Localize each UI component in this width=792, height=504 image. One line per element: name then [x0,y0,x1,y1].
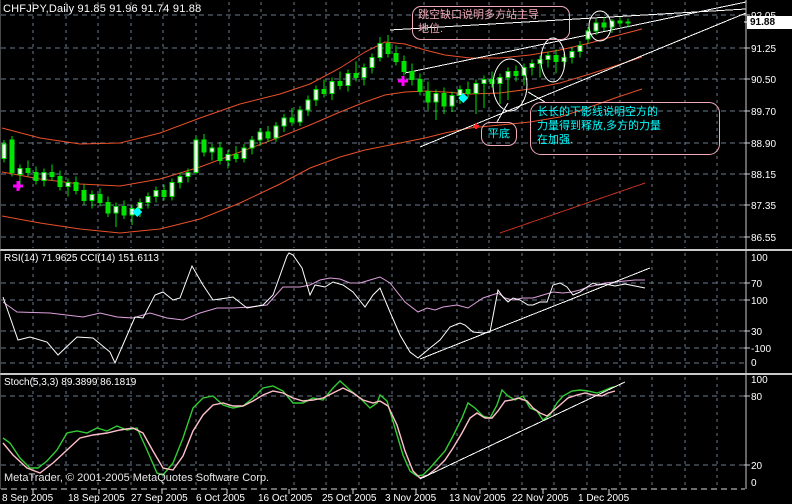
candle-bull [113,206,119,214]
candle-bull [585,30,591,40]
candle-bull [257,131,263,141]
candle-bear [265,131,271,139]
candle-bull [153,190,159,198]
candle-bear [553,54,559,62]
candle-bear [57,175,63,188]
candle-bear [33,171,39,181]
candle-bull [473,83,479,95]
candle-bear [49,171,55,177]
candle-bear [401,60,407,73]
candle-bull [1,143,7,159]
candle-bear [233,153,239,159]
candle-bull [497,77,503,85]
candle-bear [601,22,607,28]
candle-bear [385,42,391,54]
candle-bull [329,81,335,95]
rsi-trendline [419,267,651,360]
stoch-k-line [2,380,618,477]
red-trendline [499,182,646,234]
candle-bull [281,117,287,127]
candle-bull [377,42,383,58]
annotation-flat-bottom[interactable]: 平底 [481,122,517,146]
candle-bull [209,147,215,153]
candle-bull [169,182,175,198]
candle-bull [89,194,95,202]
candle-bear [409,71,415,81]
candle-bull [593,22,599,32]
copyright-text: MetaTrader, © 2001-2005 MetaQuotes Softw… [4,472,270,484]
candle-bull [369,56,375,68]
candle-bull [137,202,143,210]
candle-bull [569,50,575,58]
shadow-note-line1: 长长的下影线说明空方的 [537,106,658,118]
candle-bull [433,93,439,103]
candle-bull [145,196,151,204]
candle-bull [297,109,303,123]
candle-bull [449,95,455,107]
shadow-note-line2: 力量得到释放,多方的力量 [537,120,662,132]
candle-bull [577,44,583,52]
candle-bull [505,71,511,79]
candle-bull [177,175,183,184]
candle-bear [465,89,471,95]
candle-bear [425,91,431,103]
candle-bull [481,79,487,85]
candle-bear [105,202,111,214]
candle-bear [289,117,295,123]
candle-bull [65,182,71,188]
candle-bull [345,73,351,87]
candle-bull [225,153,231,161]
candle-bear [617,20,623,24]
candle-bear [441,93,447,107]
cross-marker-icon [398,79,408,83]
rsi-indicator-label: RSI(14) 71.9625 CCI(14) 151.6113 [4,253,159,264]
candle-bear [337,81,343,87]
candle-bear [121,206,127,216]
mt4-chart-window: 92.0591.2590.5089.7088.9088.1587.3586.55… [0,0,792,504]
candle-bear [201,139,207,153]
candle-bear [513,71,519,77]
candle-bull [41,171,47,181]
price-axis[interactable] [747,0,792,488]
candle-bear [73,182,79,192]
candle-bull [305,99,311,111]
current-price-tag: 91.88 [747,16,792,29]
candle-bull [241,147,247,159]
gap-note-line2: 地位. [418,23,444,35]
annotation-shadow-note[interactable]: 长长的下影线说明空方的 力量得到释放,多方的力量 在加强. [530,102,720,155]
cross-marker-icon [473,125,479,127]
annotation-gap-note[interactable]: 跳空缺口说明多方站主导 地位. [412,6,570,40]
annotation-leader-line [496,102,509,123]
candle-bull [545,54,551,60]
gap-note-line1: 跳空缺口说明多方站主导 [418,9,539,21]
candle-bull [193,139,199,173]
candle-bear [161,190,167,198]
candle-bull [361,66,367,79]
cross-marker-icon [13,184,23,188]
shadow-note-line3: 在加强. [537,134,574,146]
candle-bear [353,73,359,79]
stoch-indicator-label: Stoch(5,3,3) 89.3899 86.1819 [4,377,137,388]
candle-bull [625,21,631,24]
time-axis[interactable] [0,489,746,504]
candle-bear [417,79,423,93]
candle-bull [313,89,319,101]
candle-bear [321,89,327,95]
candle-bear [81,190,87,202]
candle-bull [17,167,23,175]
candle-bull [529,62,535,68]
candle-bear [217,147,223,161]
chart-title: CHFJPY,Daily 91.85 91.96 91.74 91.88 [3,3,202,15]
chart-canvas[interactable]: 92.0591.2590.5089.7088.9088.1587.3586.55… [0,0,792,504]
candle-bear [9,139,15,173]
candle-bear [97,194,103,204]
candle-bull [273,125,279,139]
highlight-ellipse[interactable] [540,37,566,83]
candle-bull [249,139,255,149]
candle-bear [393,52,399,62]
highlight-ellipse[interactable] [492,58,528,112]
candle-bull [185,171,191,177]
candle-bear [25,167,31,173]
